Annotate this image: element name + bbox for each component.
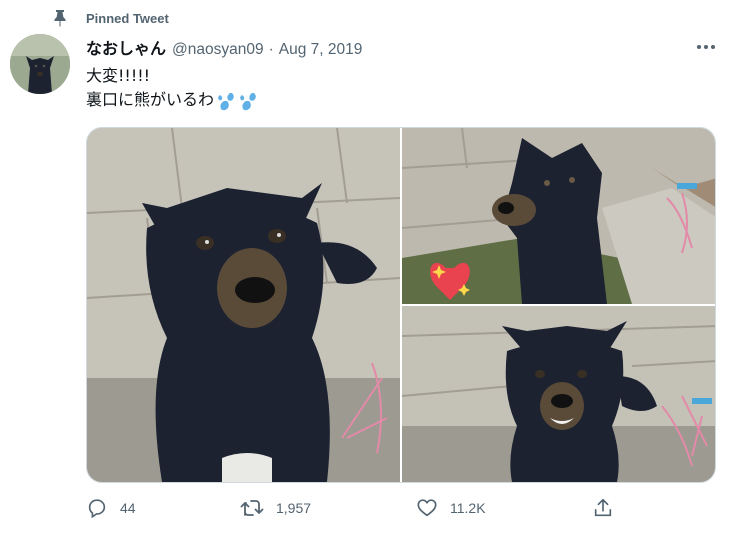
tweet-text: 大変!!!!! 裏口に熊がいるわ: [86, 64, 260, 112]
photo-dog-closeup[interactable]: [87, 128, 400, 482]
retweet-button[interactable]: 1,957: [240, 497, 311, 519]
sweat-droplets-icon: [216, 89, 260, 111]
user-handle[interactable]: @naosyan09: [172, 41, 264, 59]
reply-count: 44: [120, 500, 136, 516]
pinned-indicator: Pinned Tweet: [52, 8, 169, 28]
pinned-label: Pinned Tweet: [86, 11, 169, 26]
tweet-text-line-1: 大変!!!!!: [86, 66, 151, 85]
share-icon: [592, 497, 614, 519]
reply-icon: [86, 497, 108, 519]
like-button[interactable]: 11.2K: [416, 497, 486, 519]
separator-dot: ·: [268, 41, 274, 58]
display-name[interactable]: なおしゃん: [86, 35, 166, 59]
more-options-icon[interactable]: [692, 37, 720, 57]
retweet-icon: [240, 497, 264, 519]
pin-icon: [52, 9, 68, 27]
tweet-actions: 44 1,957 11.2K: [86, 497, 626, 525]
tweet-text-line-2-row: 裏口に熊がいるわ: [86, 88, 260, 112]
like-count: 11.2K: [450, 500, 486, 516]
share-button[interactable]: [592, 497, 614, 519]
tweet-text-line-2: 裏口に熊がいるわ: [86, 90, 215, 109]
tweet-date[interactable]: Aug 7, 2019: [279, 41, 363, 59]
reply-button[interactable]: 44: [86, 497, 136, 519]
photo-dog-smiling[interactable]: [402, 306, 715, 482]
avatar[interactable]: [10, 34, 70, 94]
retweet-count: 1,957: [276, 500, 312, 516]
heart-icon: [416, 497, 438, 519]
tweet-media-grid: [86, 127, 716, 483]
tweet-header: なおしゃん @naosyan09 · Aug 7, 2019: [86, 35, 362, 59]
photo-dog-looking-left[interactable]: [402, 128, 715, 304]
